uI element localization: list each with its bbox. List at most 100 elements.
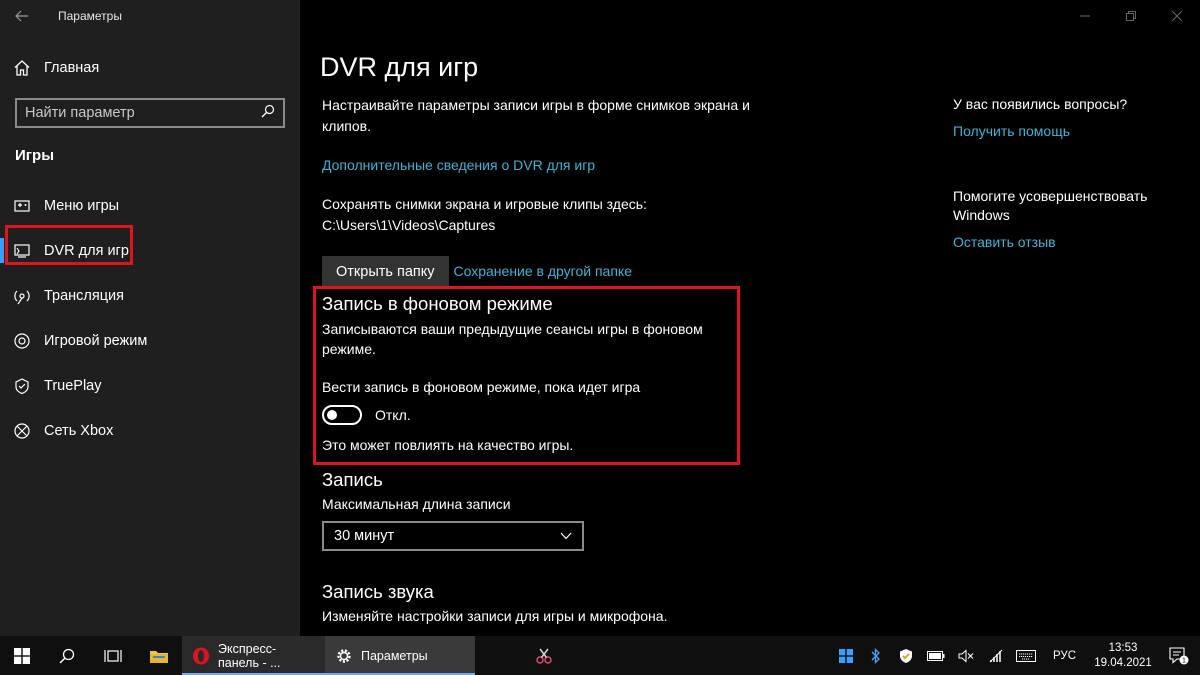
taskbar-explorer[interactable] (136, 636, 182, 675)
sidebar-item-trueplay[interactable]: TruePlay (0, 363, 300, 408)
more-info-link[interactable]: Дополнительные сведения о DVR для игр (322, 155, 752, 176)
clock-time: 13:53 (1108, 641, 1138, 654)
close-button[interactable] (1154, 0, 1200, 32)
sidebar-nav: Меню игры DVR для игр Трансляция Игровой… (0, 183, 300, 453)
battery-icon[interactable] (921, 650, 951, 661)
game-bar-icon (0, 197, 44, 215)
system-tray: РУС 13:53 19.04.2021 1 (831, 636, 1200, 675)
section-description: Изменяйте настройки записи для игры и ми… (322, 608, 668, 624)
section-title: Игры (15, 147, 55, 164)
restore-icon (1126, 11, 1136, 21)
sidebar-item-home[interactable]: Главная (0, 52, 300, 84)
network-icon[interactable] (981, 649, 1011, 663)
toggle-state: Откл. (375, 407, 411, 423)
open-folder-button[interactable]: Открыть папку (322, 256, 449, 287)
restore-button[interactable] (1108, 0, 1154, 32)
title-bar: Параметры (0, 0, 122, 32)
trueplay-icon (0, 377, 44, 395)
broadcast-icon (0, 287, 44, 305)
taskbar-app-label: Экспресс-панель - ... (218, 641, 281, 670)
notification-badge: 1 (1182, 657, 1186, 664)
recording-section: Запись Максимальная длина записи 30 мину… (322, 468, 742, 551)
bluetooth-icon[interactable] (861, 647, 891, 664)
improve-title: Помогите усовершенствовать Windows (953, 188, 1148, 223)
save-path-text: Сохранять снимки экрана и игровые клипы … (322, 196, 647, 233)
start-button[interactable] (0, 636, 44, 675)
page-description: Настраивайте параметры записи игры в фор… (322, 97, 750, 134)
max-length-dropdown[interactable]: 30 минут (322, 521, 584, 551)
content-top: Настраивайте параметры записи игры в фор… (322, 95, 752, 287)
window-title: Параметры (58, 9, 122, 23)
volume-muted-icon[interactable] (951, 648, 981, 663)
max-length-label: Максимальная длина записи (322, 496, 511, 512)
page-title: DVR для игр (320, 52, 479, 82)
section-description: Записываются ваши предыдущие сеансы игры… (322, 321, 703, 357)
taskbar-snipping-tool[interactable] (519, 636, 569, 675)
search-field[interactable] (15, 98, 285, 128)
task-view-icon (104, 649, 122, 662)
sidebar-item-label: Сеть Xbox (44, 422, 114, 439)
language-indicator[interactable]: РУС (1041, 650, 1088, 662)
home-icon (0, 59, 44, 77)
minimize-button[interactable] (1062, 0, 1108, 32)
xbox-icon (0, 422, 44, 440)
search-icon[interactable] (261, 104, 275, 123)
search-icon (59, 648, 75, 663)
close-icon (1172, 11, 1182, 21)
notification-icon: 1 (1169, 646, 1189, 664)
task-view-button[interactable] (90, 636, 136, 675)
sidebar-item-broadcast[interactable]: Трансляция (0, 273, 300, 318)
section-heading: Запись звука (322, 581, 434, 602)
sidebar-item-label: TruePlay (44, 377, 102, 394)
game-mode-icon (0, 332, 44, 350)
taskbar-opera[interactable]: Экспресс-панель - ... (182, 636, 325, 675)
folder-icon (150, 650, 168, 663)
feedback-link[interactable]: Оставить отзыв (953, 233, 1183, 252)
quality-warning: Это может повлиять на качество игры. (322, 437, 574, 453)
section-heading: Запись в фоновом режиме (322, 293, 553, 314)
sidebar-item-game-mode[interactable]: Игровой режим (0, 318, 300, 363)
sidebar-item-game-bar[interactable]: Меню игры (0, 183, 300, 228)
sidebar-item-label: Трансляция (44, 287, 124, 304)
dropdown-value: 30 минут (334, 528, 395, 544)
sidebar-item-xbox[interactable]: Сеть Xbox (0, 408, 300, 453)
sidebar-item-label: Главная (44, 60, 100, 76)
search-input[interactable] (25, 105, 261, 121)
windows-defender-icon[interactable] (831, 648, 861, 663)
scissors-icon (536, 648, 552, 664)
taskbar: Экспресс-панель - ... Параметры РУС 13:5… (0, 636, 1200, 675)
section-heading: Запись (322, 469, 383, 490)
clock[interactable]: 13:53 19.04.2021 (1088, 641, 1158, 671)
right-panel: У вас появились вопросы? Получить помощь… (953, 95, 1183, 252)
action-center-button[interactable]: 1 (1158, 646, 1200, 665)
background-recording-toggle[interactable] (322, 405, 362, 425)
background-recording-toggle-row: Откл. (322, 403, 742, 427)
security-shield-icon[interactable] (891, 648, 921, 664)
back-arrow-icon (15, 10, 28, 22)
get-help-link[interactable]: Получить помощь (953, 122, 1183, 141)
taskbar-settings[interactable]: Параметры (325, 636, 475, 675)
taskbar-search-button[interactable] (44, 636, 90, 675)
sidebar: Параметры Главная Игры Меню игры DVR для… (0, 0, 300, 636)
toggle-knob (327, 410, 337, 420)
back-button[interactable] (0, 0, 44, 32)
highlight-box-dvr (5, 225, 133, 265)
chevron-down-icon (560, 532, 572, 540)
audio-section: Запись звука Изменяйте настройки записи … (322, 580, 742, 626)
minimize-icon (1080, 15, 1090, 17)
clock-date: 19.04.2021 (1094, 656, 1152, 669)
toggle-label: Вести запись в фоновом режиме, пока идет… (322, 379, 641, 395)
opera-icon (192, 647, 210, 665)
taskbar-app-label: Параметры (361, 648, 428, 663)
questions-title: У вас появились вопросы? (953, 96, 1128, 112)
save-elsewhere-link[interactable]: Сохранение в другой папке (454, 261, 633, 282)
main-content: DVR для игр Настраивайте параметры запис… (300, 0, 1200, 636)
sidebar-item-label: Игровой режим (44, 332, 148, 349)
gear-icon (335, 647, 353, 665)
sidebar-item-label: Меню игры (44, 197, 120, 214)
keyboard-icon[interactable] (1011, 649, 1041, 662)
background-recording-section: Запись в фоновом режиме Записываются ваш… (322, 292, 742, 455)
folder-actions: Открыть папку Сохранение в другой папке (322, 256, 752, 287)
window-controls (1062, 0, 1200, 32)
windows-logo-icon (14, 647, 30, 664)
